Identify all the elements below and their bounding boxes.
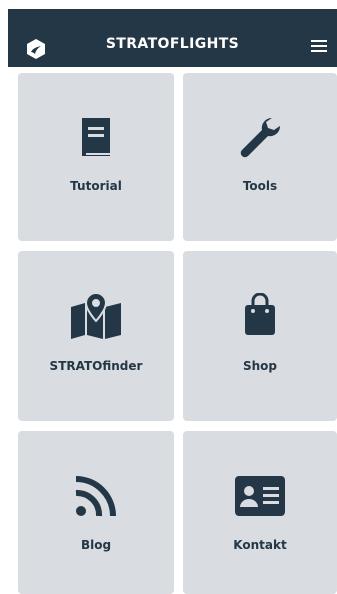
map-pin-icon: [71, 293, 121, 339]
tile-label: Tutorial: [70, 179, 122, 193]
tile-stratofinder[interactable]: STRATOfinder: [18, 251, 174, 421]
tile-label: Kontakt: [233, 538, 287, 552]
app-title: STRATOFLIGHTS: [105, 36, 240, 52]
tile-label: Tools: [242, 179, 278, 193]
tile-label: STRATOfinder: [49, 359, 143, 373]
app: STRATOFLIGHTS Tutorial Tools STRATOfinde…: [0, 0, 337, 594]
tile-tools[interactable]: Tools: [183, 73, 337, 241]
tile-kontakt[interactable]: Kontakt: [183, 431, 337, 594]
tile-label: Shop: [242, 359, 278, 373]
rss-icon: [75, 476, 116, 517]
tile-label: Blog: [80, 538, 112, 552]
book-icon: [82, 118, 110, 156]
hamburger-menu-icon[interactable]: [311, 40, 327, 54]
tile-tutorial[interactable]: Tutorial: [18, 73, 174, 241]
tile-shop[interactable]: Shop: [183, 251, 337, 421]
menu-grid: Tutorial Tools STRATOfinder Shop Blog Ko…: [18, 73, 337, 594]
tile-blog[interactable]: Blog: [18, 431, 174, 594]
shopping-bag-icon: [245, 293, 275, 335]
contact-card-icon: [235, 476, 285, 516]
app-header: STRATOFLIGHTS: [8, 9, 337, 67]
wrench-icon: [240, 117, 281, 158]
